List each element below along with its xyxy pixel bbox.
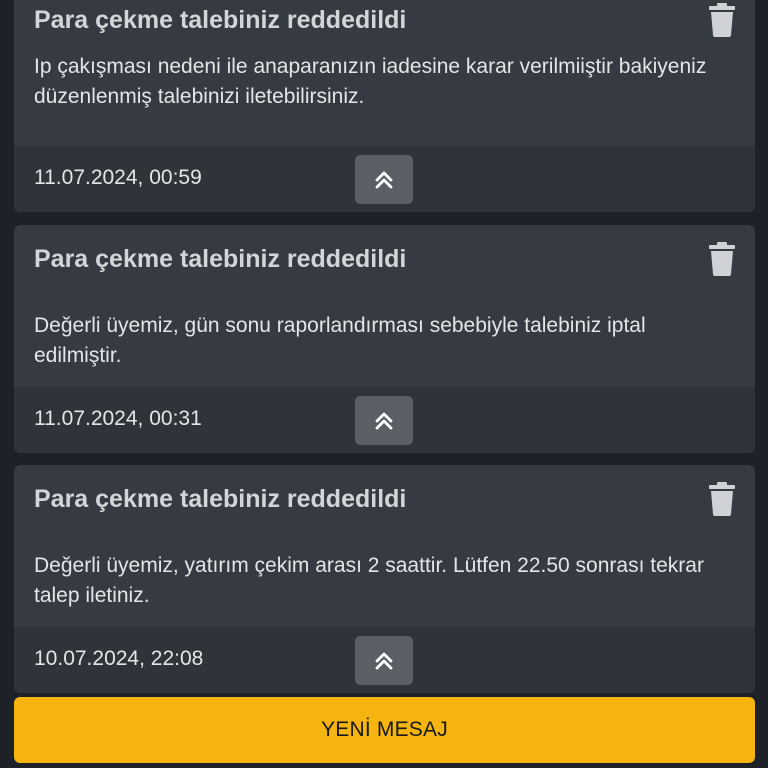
notification-header: Para çekme talebiniz reddedildi	[14, 465, 755, 527]
chevron-double-up-icon	[375, 171, 393, 188]
collapse-button[interactable]	[355, 155, 413, 204]
trash-icon[interactable]	[709, 3, 735, 37]
notification-date: 11.07.2024, 00:31	[34, 407, 202, 430]
notification-message: Ip çakışması nedeni ile anaparanızın iad…	[34, 55, 707, 108]
notification-header: Para çekme talebiniz reddedildi	[14, 225, 755, 287]
notification-footer: 11.07.2024, 00:31	[14, 387, 755, 453]
collapse-button[interactable]	[355, 636, 413, 685]
trash-icon[interactable]	[709, 482, 735, 516]
notification-title: Para çekme talebiniz reddedildi	[34, 245, 407, 273]
notification-title: Para çekme talebiniz reddedildi	[34, 485, 407, 513]
notification-card: Para çekme talebiniz reddedildi Değerli …	[14, 225, 755, 453]
notification-card: Para çekme talebiniz reddedildi Değerli …	[14, 465, 755, 693]
trash-icon[interactable]	[709, 242, 735, 276]
new-message-button[interactable]: YENİ MESAJ	[14, 697, 755, 763]
notification-footer: 11.07.2024, 00:59	[14, 146, 755, 212]
notification-message: Değerli üyemiz, gün sonu raporlandırması…	[34, 314, 646, 367]
chevron-double-up-icon	[375, 652, 393, 669]
notification-date: 11.07.2024, 00:59	[34, 166, 202, 189]
notification-header: Para çekme talebiniz reddedildi	[14, 0, 755, 48]
chevron-double-up-icon	[375, 412, 393, 429]
collapse-button[interactable]	[355, 396, 413, 445]
notification-message: Değerli üyemiz, yatırım çekim arası 2 sa…	[34, 554, 704, 607]
notification-date: 10.07.2024, 22:08	[34, 647, 204, 670]
notification-card: Para çekme talebiniz reddedildi Ip çakış…	[14, 0, 755, 212]
new-message-button-label: YENİ MESAJ	[321, 718, 448, 741]
notification-title: Para çekme talebiniz reddedildi	[34, 6, 407, 34]
notifications-screen: Para çekme talebiniz reddedildi Ip çakış…	[0, 0, 768, 768]
notification-footer: 10.07.2024, 22:08	[14, 627, 755, 693]
